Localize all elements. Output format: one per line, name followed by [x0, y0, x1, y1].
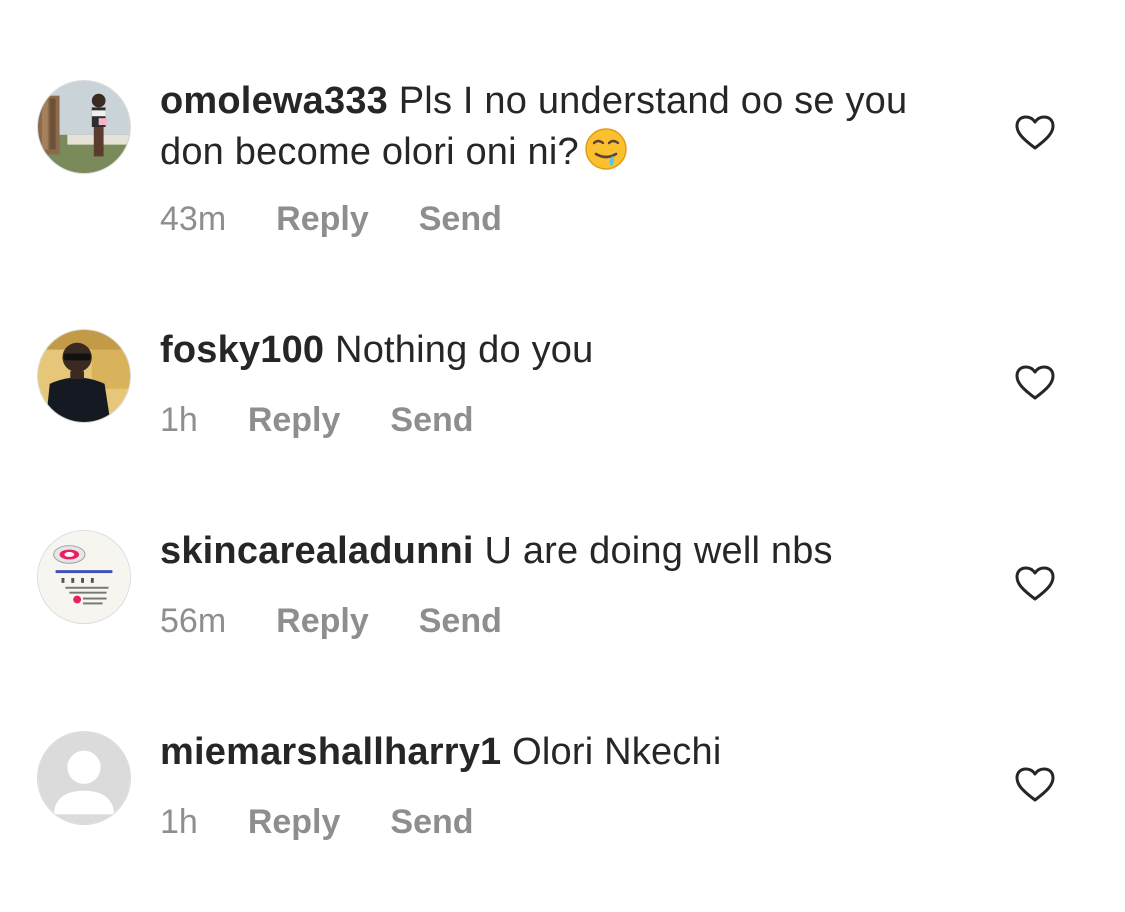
- like-heart-icon[interactable]: [1015, 566, 1055, 602]
- send-button[interactable]: Send: [390, 802, 473, 842]
- comment-timestamp: 1h: [160, 401, 198, 439]
- comment-meta: 56m Reply Send: [160, 601, 502, 641]
- comment-message: U are doing well nbs: [484, 530, 833, 572]
- comment-username[interactable]: miemarshallharry1: [160, 731, 501, 773]
- comment-message: Olori Nkechi: [512, 731, 722, 773]
- avatar[interactable]: [37, 80, 131, 174]
- comment-message: Nothing do you: [335, 329, 594, 371]
- avatar[interactable]: [37, 329, 131, 423]
- comment-username[interactable]: omolewa333: [160, 80, 388, 122]
- comment-text: miemarshallharry1 Olori Nkechi: [160, 728, 960, 777]
- avatar-photo: [38, 81, 130, 173]
- comment-username[interactable]: fosky100: [160, 329, 324, 371]
- comment-timestamp: 1h: [160, 803, 198, 841]
- reply-button[interactable]: Reply: [276, 199, 369, 239]
- comment-timestamp: 43m: [160, 200, 227, 238]
- reply-button[interactable]: Reply: [248, 802, 341, 842]
- avatar-photo: [38, 330, 130, 422]
- comment-meta: 1h Reply Send: [160, 400, 474, 440]
- comment-meta: 43m Reply Send: [160, 199, 502, 239]
- like-heart-icon[interactable]: [1015, 115, 1055, 151]
- send-button[interactable]: Send: [419, 199, 502, 239]
- skincare-logo-icon: [38, 531, 130, 623]
- comment-username[interactable]: skincarealadunni: [160, 530, 474, 572]
- comment-meta: 1h Reply Send: [160, 802, 474, 842]
- comment-timestamp: 56m: [160, 602, 227, 640]
- avatar[interactable]: [37, 731, 131, 825]
- send-button[interactable]: Send: [419, 601, 502, 641]
- like-heart-icon[interactable]: [1015, 767, 1055, 803]
- default-user-icon: [38, 732, 130, 824]
- comment-text: fosky100 Nothing do you: [160, 326, 960, 375]
- avatar[interactable]: [37, 530, 131, 624]
- drooling-face-emoji-icon: [583, 126, 629, 172]
- send-button[interactable]: Send: [390, 400, 473, 440]
- reply-button[interactable]: Reply: [276, 601, 369, 641]
- comment-text: omolewa333 Pls I no understand oo se you…: [160, 77, 960, 177]
- like-heart-icon[interactable]: [1015, 365, 1055, 401]
- reply-button[interactable]: Reply: [248, 400, 341, 440]
- comment-text: skincarealadunni U are doing well nbs: [160, 527, 960, 576]
